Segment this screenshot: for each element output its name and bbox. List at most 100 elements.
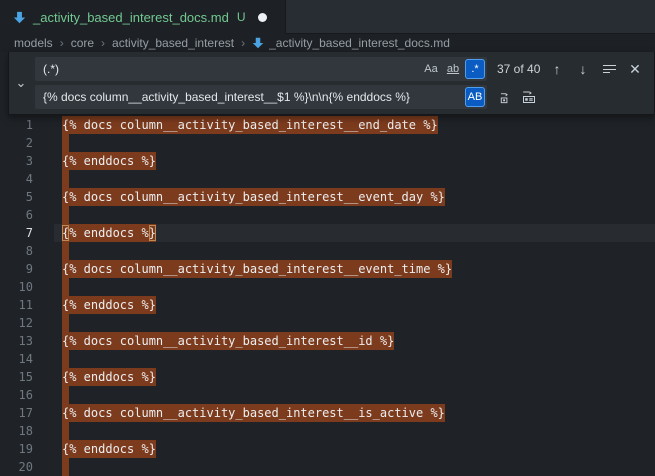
- line-number: 17: [0, 404, 33, 422]
- replace-all-button[interactable]: [517, 86, 541, 108]
- empty-regex-match: [62, 206, 69, 224]
- editor-line[interactable]: 12: [0, 314, 655, 332]
- match-case-toggle[interactable]: Aa: [421, 59, 441, 79]
- editor-line[interactable]: 11{% enddocs %}: [0, 296, 655, 314]
- tab-active-file[interactable]: _activity_based_interest_docs.md U: [0, 0, 286, 34]
- empty-regex-match: [62, 134, 69, 152]
- line-text: [62, 134, 69, 152]
- line-text: {% enddocs %}: [62, 296, 156, 314]
- find-match: {% enddocs %}: [62, 440, 156, 458]
- line-number: 2: [0, 134, 33, 152]
- find-match: {% enddocs %}: [62, 224, 156, 242]
- bracket-match-open: {: [62, 225, 69, 241]
- line-text: {% docs column__activity_based_interest_…: [62, 404, 445, 422]
- editor-line[interactable]: 10: [0, 278, 655, 296]
- line-number: 4: [0, 170, 33, 188]
- find-match: {% enddocs %}: [62, 368, 156, 386]
- editor-line[interactable]: 8: [0, 242, 655, 260]
- editor-line[interactable]: 17 {% docs column__activity_based_interes…: [0, 404, 655, 422]
- replace-all-icon: [521, 89, 537, 105]
- next-match-button[interactable]: ↓: [570, 58, 596, 80]
- editor-line[interactable]: 16: [0, 386, 655, 404]
- line-text: {% enddocs %}: [62, 368, 156, 386]
- find-match: {% docs column__activity_based_interest_…: [62, 116, 438, 134]
- empty-regex-match: [62, 242, 69, 260]
- breadcrumb-file[interactable]: _activity_based_interest_docs.md: [269, 36, 450, 50]
- editor-line[interactable]: 2: [0, 134, 655, 152]
- bracket-match-close: }: [149, 225, 156, 241]
- editor-lines[interactable]: 1 {% docs column__activity_based_interest…: [0, 116, 655, 470]
- line-number: 1: [0, 116, 33, 134]
- line-text: [62, 206, 69, 224]
- line-text: [62, 170, 69, 188]
- breadcrumb: models › core › activity_based_interest …: [0, 34, 655, 52]
- line-number: 16: [0, 386, 33, 404]
- replace-input-box: AB: [35, 85, 487, 109]
- line-text: [62, 314, 69, 332]
- editor-line[interactable]: 19{% enddocs %}: [0, 440, 655, 458]
- empty-regex-match: [62, 386, 69, 404]
- editor-line[interactable]: 5 {% docs column__activity_based_interest…: [0, 188, 655, 206]
- find-match: {% docs column__activity_based_interest_…: [62, 404, 445, 422]
- close-find-widget-button[interactable]: ✕: [622, 58, 648, 80]
- empty-regex-match: [62, 458, 69, 476]
- tab-filename: _activity_based_interest_docs.md: [33, 10, 229, 25]
- match-count: 37 of 40: [497, 57, 540, 81]
- find-match: {% docs column__activity_based_interest_…: [62, 332, 394, 350]
- editor-line[interactable]: 20: [0, 458, 655, 476]
- line-text: {% docs column__activity_based_interest_…: [62, 260, 452, 278]
- find-in-selection-button[interactable]: [596, 58, 622, 80]
- editor-line[interactable]: 9 {% docs column__activity_based_interest…: [0, 260, 655, 278]
- empty-regex-match: [62, 350, 69, 368]
- editor-line[interactable]: 13{% docs column__activity_based_interes…: [0, 332, 655, 350]
- whole-word-toggle[interactable]: ab: [443, 59, 463, 79]
- replace-button[interactable]: [493, 86, 517, 108]
- breadcrumb-segment-models[interactable]: models: [14, 36, 53, 50]
- line-number: 10: [0, 278, 33, 296]
- editor-line[interactable]: 6: [0, 206, 655, 224]
- line-text: {% enddocs %}: [62, 440, 156, 458]
- regex-toggle[interactable]: .*: [465, 59, 485, 79]
- find-match: {% enddocs %}: [62, 152, 156, 170]
- line-text: [62, 350, 69, 368]
- git-status-badge: U: [237, 10, 246, 24]
- editor-line[interactable]: 7{% enddocs %}: [0, 224, 655, 242]
- line-text: {% enddocs %}: [62, 152, 156, 170]
- modified-indicator-dot[interactable]: [258, 13, 267, 22]
- toggle-replace-chevron-icon[interactable]: ⌄: [9, 52, 33, 114]
- editor-line[interactable]: 14: [0, 350, 655, 368]
- line-number: 6: [0, 206, 33, 224]
- empty-regex-match: [62, 314, 69, 332]
- breadcrumb-segment-core[interactable]: core: [71, 36, 94, 50]
- previous-match-button[interactable]: ↑: [544, 58, 570, 80]
- line-number: 3: [0, 152, 33, 170]
- editor-line[interactable]: 15 {% enddocs %}: [0, 368, 655, 386]
- replace-input[interactable]: [35, 86, 465, 108]
- editor-line[interactable]: 1 {% docs column__activity_based_interest…: [0, 116, 655, 134]
- find-nav-buttons: ↑ ↓ ✕: [544, 57, 648, 81]
- replace-action-buttons: [493, 85, 541, 109]
- line-text: [62, 458, 69, 476]
- editor-line[interactable]: 4: [0, 170, 655, 188]
- empty-regex-match: [62, 278, 69, 296]
- editor-line[interactable]: 3 {% enddocs %}: [0, 152, 655, 170]
- find-input-box: Aa ab .*: [35, 57, 487, 81]
- breadcrumb-segment-folder[interactable]: activity_based_interest: [112, 36, 234, 50]
- tab-bar: _activity_based_interest_docs.md U: [0, 0, 655, 34]
- line-text: {% docs column__activity_based_interest_…: [62, 188, 445, 206]
- line-number: 14: [0, 350, 33, 368]
- line-number: 15: [0, 368, 33, 386]
- line-number: 8: [0, 242, 33, 260]
- preserve-case-toggle[interactable]: AB: [465, 87, 485, 107]
- find-input[interactable]: [35, 58, 421, 80]
- breadcrumb-separator-icon: ›: [101, 36, 105, 50]
- markdown-file-icon: [13, 11, 26, 24]
- empty-regex-match: [62, 170, 69, 188]
- line-text: {% enddocs %}: [62, 224, 156, 242]
- selection-lines-icon: [603, 63, 616, 76]
- editor-line[interactable]: 18: [0, 422, 655, 440]
- line-number: 5: [0, 188, 33, 206]
- line-number: 12: [0, 314, 33, 332]
- line-number: 9: [0, 260, 33, 278]
- line-text: [62, 422, 69, 440]
